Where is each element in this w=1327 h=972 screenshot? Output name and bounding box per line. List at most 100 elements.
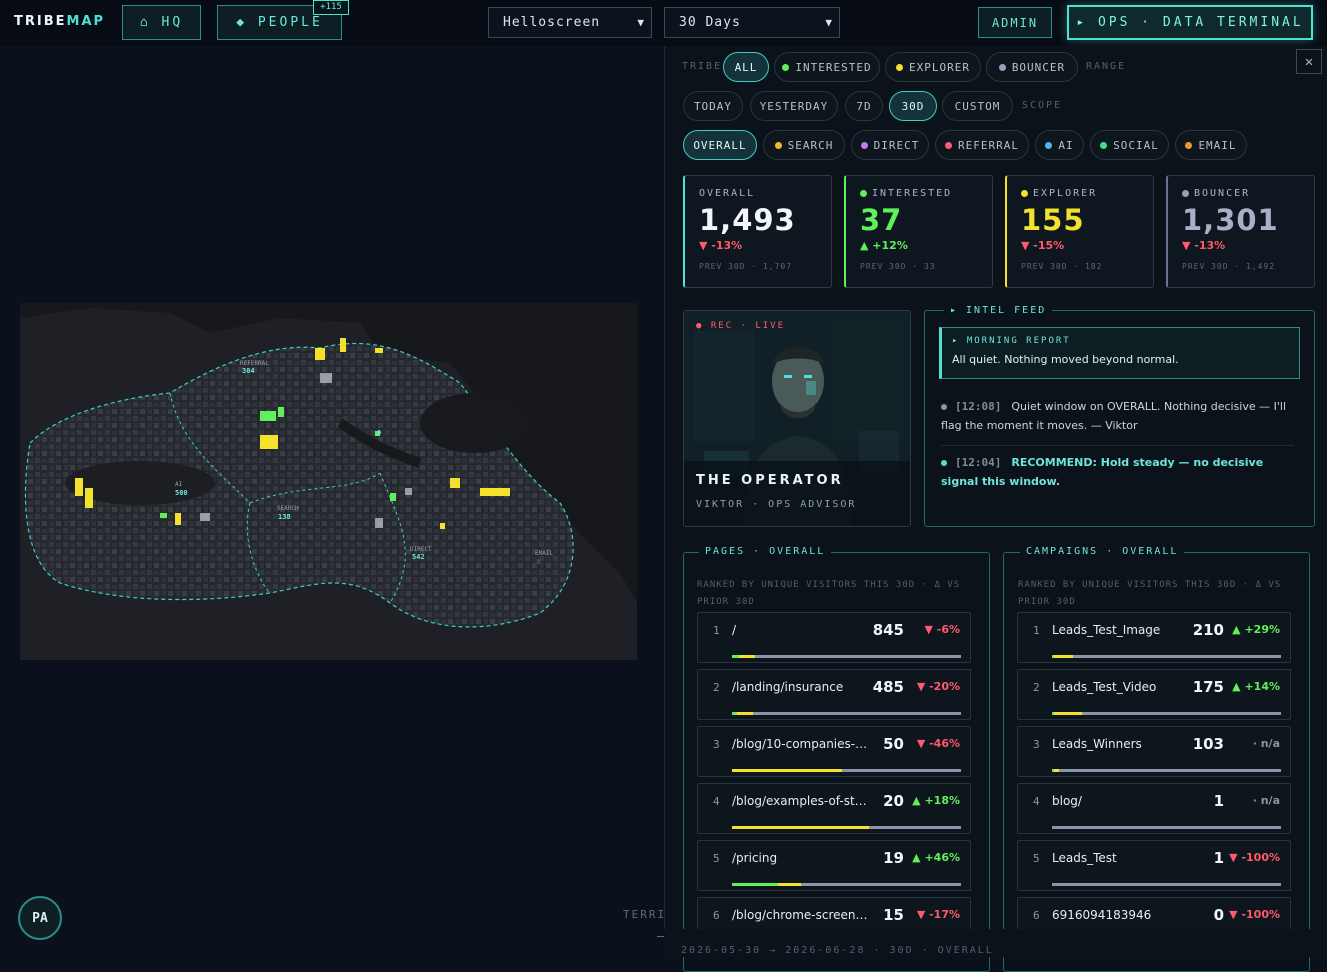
map-count-referral: 304	[242, 367, 255, 375]
mix-segment	[841, 769, 961, 772]
range-filter-label: RANGE	[1086, 61, 1127, 72]
scope-chip[interactable]: DIRECT	[851, 130, 929, 160]
feed-bullet-icon	[941, 404, 947, 410]
row-count: 485	[872, 678, 904, 696]
ops-terminal-button[interactable]: ▸ OPS · DATA TERMINAL	[1067, 5, 1313, 40]
row-mix-bar	[732, 655, 961, 658]
mix-segment	[752, 712, 961, 715]
row-name: /blog/10-companies-sho...	[732, 737, 870, 751]
panel-footer: 2026-05-30 → 2026-06-28 · 30D · OVERALL	[664, 929, 1327, 957]
row-name: /blog/chrome-screen-sh...	[732, 908, 870, 922]
row-mix-bar	[1052, 883, 1281, 886]
range-chip[interactable]: 30D	[889, 91, 937, 121]
kpi-dot-icon	[860, 190, 867, 197]
scope-chip-label: SOCIAL	[1113, 138, 1159, 152]
kpi-label: INTERESTED	[872, 188, 953, 199]
range-chip[interactable]: YESTERDAY	[750, 91, 838, 121]
territory-map[interactable]: REFERRAL AI SEARCH DIRECT EMAIL 304 9 50…	[20, 303, 637, 660]
scope-chip-label: REFERRAL	[958, 138, 1019, 152]
kpi-label-row: BOUNCER	[1182, 188, 1300, 199]
map-count-email: 0	[537, 559, 541, 566]
logo-text-tribe: TRIBE	[14, 14, 67, 29]
scope-chip[interactable]: EMAIL	[1175, 130, 1247, 160]
scope-chip[interactable]: OVERALL	[683, 130, 757, 160]
range-chip-label: 30D	[901, 99, 925, 113]
kpi-card: BOUNCER 1,301 ▼ -13% PREV 30D · 1,492	[1166, 175, 1315, 288]
range-chip[interactable]: 7D	[845, 91, 883, 121]
hq-button[interactable]: ⌂ HQ	[122, 5, 201, 40]
kpi-delta: ▼ -13%	[1182, 239, 1226, 252]
kpi-value: 1,301	[1182, 203, 1279, 237]
tribe-chip[interactable]: BOUNCER	[986, 52, 1078, 82]
mix-segment	[1081, 712, 1281, 715]
pages-subtitle: RANKED BY UNIQUE VISITORS THIS 30D · Δ V…	[697, 580, 961, 607]
scope-chip[interactable]: REFERRAL	[935, 130, 1029, 160]
app-logo[interactable]: TRIBEMAP	[14, 14, 105, 29]
operator-role: VIKTOR · OPS ADVISOR	[696, 499, 857, 510]
table-row[interactable]: 1 / 845 ▼ -6%	[697, 612, 971, 663]
map-count-ai: 500	[175, 489, 188, 497]
table-row[interactable]: 4/blog/examples-of-strat... 20 ▲ +18%	[697, 783, 971, 834]
row-mix-bar	[732, 769, 961, 772]
row-count: 845	[872, 621, 904, 639]
table-row[interactable]: 3/blog/10-companies-sho... 50 ▼ -46%	[697, 726, 971, 777]
row-count: 20	[883, 792, 904, 810]
table-row[interactable]: 1 Leads_Test_Image 210 ▲ +29%	[1017, 612, 1291, 663]
kpi-delta: ▼ -15%	[1021, 239, 1065, 252]
feed-timestamp: [12:04]	[955, 456, 1002, 469]
table-row[interactable]: 4 blog/1 · n/a	[1017, 783, 1291, 834]
mix-segment	[1072, 655, 1281, 658]
kpi-label-row: INTERESTED	[860, 188, 978, 199]
row-name: 6916094183946	[1052, 908, 1152, 922]
scope-chip[interactable]: SOCIAL	[1090, 130, 1169, 160]
row-count: 175	[1192, 678, 1224, 696]
mix-segment	[732, 769, 842, 772]
user-avatar[interactable]: PA	[18, 896, 62, 940]
campaigns-subtitle: RANKED BY UNIQUE VISITORS THIS 30D · Δ V…	[1018, 580, 1282, 607]
table-row[interactable]: 3 Leads_Winners 103 · n/a	[1017, 726, 1291, 777]
table-row[interactable]: 5 Leads_Test 1 ▼ -100%	[1017, 840, 1291, 891]
row-rank: 3	[1033, 738, 1040, 751]
tribe-chip[interactable]: INTERESTED	[774, 52, 880, 82]
kpi-label: BOUNCER	[1194, 188, 1251, 199]
row-delta: ▼ -6%	[924, 623, 960, 636]
row-mix-bar	[1052, 712, 1281, 715]
range-chip[interactable]: CUSTOM	[942, 91, 1013, 121]
range-select[interactable]: 30 Days ▼	[664, 7, 840, 38]
table-row[interactable]: 2/landing/insurance 485 ▼ -20%	[697, 669, 971, 720]
site-select[interactable]: Helloscreen ▼	[488, 7, 652, 38]
range-chip[interactable]: TODAY	[683, 91, 743, 121]
close-icon[interactable]: ✕	[1296, 49, 1322, 74]
chip-dot-icon	[998, 63, 1006, 71]
kpi-label: OVERALL	[699, 188, 756, 199]
scope-chip[interactable]: AI	[1035, 130, 1084, 160]
table-row[interactable]: 2 Leads_Test_Video 175 ▲ +14%	[1017, 669, 1291, 720]
table-row[interactable]: 5/pricing 19 ▲ +46%	[697, 840, 971, 891]
map-label-search: SEARCH	[277, 505, 299, 512]
row-delta: ▼ -46%	[916, 737, 960, 750]
row-rank: 2	[713, 681, 720, 694]
mix-segment	[732, 655, 739, 658]
scope-chip[interactable]: SEARCH	[763, 130, 845, 160]
kpi-previous: PREV 30D · 182	[1021, 262, 1103, 271]
row-name: /	[732, 623, 737, 637]
row-mix-bar	[1052, 655, 1281, 658]
row-count: 103	[1192, 735, 1224, 753]
people-count-badge: +115	[313, 0, 349, 15]
row-count: 50	[883, 735, 904, 753]
admin-button[interactable]: ADMIN	[978, 7, 1052, 38]
tribe-chip[interactable]: ALL	[723, 52, 769, 82]
tribe-chip[interactable]: EXPLORER	[885, 52, 981, 82]
mix-segment	[1052, 826, 1281, 829]
pages-title: PAGES · OVERALL	[699, 546, 832, 557]
row-count: 210	[1192, 621, 1224, 639]
chip-dot-icon	[1045, 141, 1053, 149]
row-delta: ▲ +18%	[912, 794, 960, 807]
row-delta: ▼ -17%	[916, 908, 960, 921]
map-label-email: EMAIL	[535, 550, 553, 557]
row-rank: 4	[1033, 795, 1040, 808]
row-rank: 6	[1033, 909, 1040, 922]
row-name: Leads_Test_Image	[1052, 623, 1161, 637]
row-rank: 2	[1033, 681, 1040, 694]
scope-chip-label: EMAIL	[1198, 138, 1237, 152]
